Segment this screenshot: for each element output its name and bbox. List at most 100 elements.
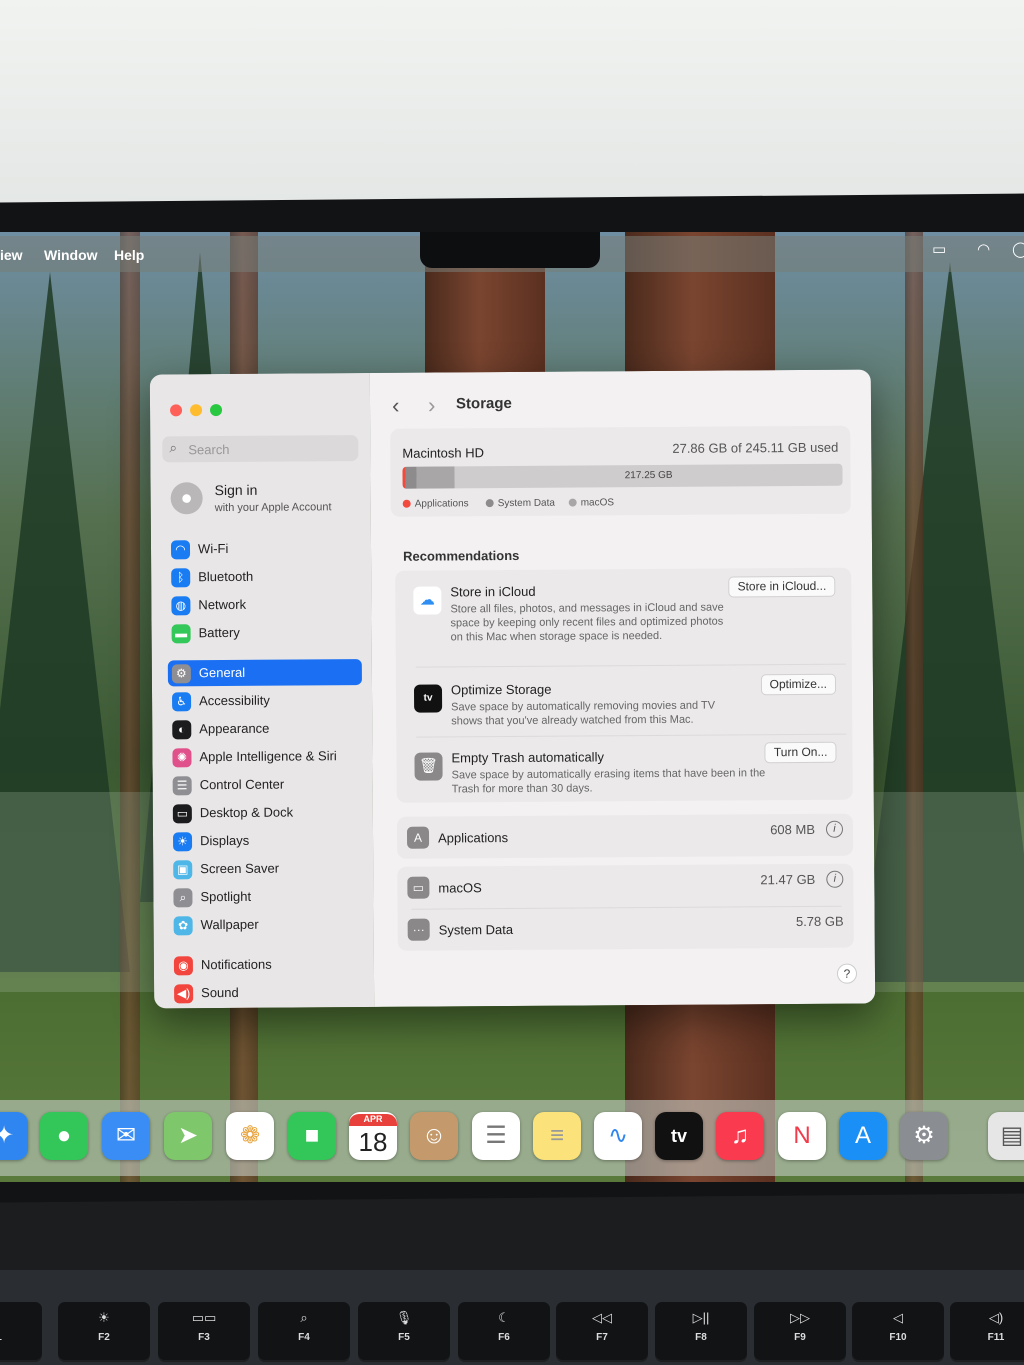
- appletv-icon: tv: [413, 684, 443, 713]
- dock-news[interactable]: N: [778, 1112, 826, 1160]
- control-center-icon: ☰: [172, 776, 192, 796]
- sidebar-item-screen-saver[interactable]: ▣ Screen Saver: [169, 855, 363, 882]
- search-icon: ⌕: [169, 439, 178, 456]
- bar-segment-macos: [415, 466, 455, 489]
- dock-photos[interactable]: ❁: [226, 1112, 274, 1160]
- disk-usage-bar[interactable]: 217.25 GB: [402, 463, 843, 489]
- appearance-icon: ◐: [172, 720, 192, 740]
- sign-in-item[interactable]: ● Sign in with your Apple Account: [163, 475, 363, 520]
- dock-safari[interactable]: ✦: [0, 1112, 28, 1160]
- music-note-icon: ♫: [731, 1122, 749, 1149]
- sidebar-item-bluetooth[interactable]: ᛒ Bluetooth: [167, 563, 361, 590]
- wall-background: [0, 0, 1024, 205]
- category-applications[interactable]: A Applications 608 MB i: [396, 813, 854, 859]
- dock-reminders[interactable]: ☰: [472, 1112, 520, 1160]
- dock-system-settings[interactable]: ⚙: [900, 1112, 948, 1160]
- sidebar-item-sound[interactable]: ◀) Sound: [170, 979, 364, 1006]
- siri-icon: ✺: [172, 748, 192, 768]
- sidebar-item-label: Accessibility: [199, 692, 270, 709]
- wifi-icon: ◠: [170, 540, 191, 560]
- sidebar-item-control-center[interactable]: ☰ Control Center: [169, 771, 363, 798]
- fast-forward-icon: ▷▷: [790, 1310, 810, 1325]
- video-camera-icon: ■: [304, 1122, 320, 1149]
- search-status-icon[interactable]: ◯: [1012, 240, 1024, 258]
- free-space-label: 217.25 GB: [624, 469, 673, 482]
- menu-help[interactable]: Help: [114, 247, 144, 263]
- accessibility-icon: ♿: [172, 692, 192, 712]
- key-f10[interactable]: ◁ F10: [852, 1302, 944, 1362]
- key-f1[interactable]: ☼F1: [0, 1302, 42, 1362]
- dock-freeform[interactable]: ∿: [594, 1112, 642, 1160]
- menu-view[interactable]: iew: [0, 247, 23, 263]
- zoom-button[interactable]: [210, 404, 223, 417]
- menu-window[interactable]: Window: [44, 247, 98, 263]
- sidebar-item-network[interactable]: ◍ Network: [167, 591, 361, 618]
- key-f2[interactable]: ☀ F2: [58, 1302, 150, 1362]
- sidebar-item-displays[interactable]: ☀ Displays: [169, 827, 363, 854]
- key-f4[interactable]: ⌕ F4: [258, 1302, 350, 1362]
- bar-segment-system-data: [405, 466, 417, 489]
- sidebar-item-notifications[interactable]: ◉ Notifications: [170, 951, 364, 978]
- page-title: Storage: [455, 394, 512, 413]
- search-field[interactable]: ⌕: [162, 435, 359, 463]
- compass-icon: ✦: [0, 1122, 15, 1149]
- dock-app-store[interactable]: A: [839, 1112, 887, 1160]
- sidebar-item-desktop-dock[interactable]: ▭ Desktop & Dock: [169, 799, 363, 826]
- dock-calendar[interactable]: APR 18: [349, 1112, 397, 1160]
- dock-tv[interactable]: tv: [655, 1112, 703, 1160]
- dock-mail[interactable]: ✉: [102, 1112, 150, 1160]
- store-in-icloud-button[interactable]: Store in iCloud...: [728, 575, 836, 598]
- dock-facetime[interactable]: ■: [288, 1112, 336, 1160]
- close-button[interactable]: [170, 404, 183, 417]
- camera-notch: [420, 232, 600, 268]
- info-icon[interactable]: i: [825, 820, 844, 838]
- category-macos[interactable]: ▭ macOS 21.47 GB i: [397, 864, 853, 909]
- info-icon[interactable]: i: [826, 870, 844, 888]
- optimize-button[interactable]: Optimize...: [760, 673, 837, 696]
- dock-notes[interactable]: ≡: [533, 1112, 581, 1160]
- key-f7[interactable]: ◁◁ F7: [556, 1302, 648, 1362]
- help-button[interactable]: ?: [836, 963, 858, 984]
- dock-maps[interactable]: ➤: [164, 1112, 212, 1160]
- recommendation-description: Save space by automatically removing mov…: [451, 699, 716, 728]
- back-button[interactable]: ‹: [392, 393, 400, 419]
- sidebar-item-general[interactable]: ⚙ General: [167, 659, 362, 687]
- minimize-button[interactable]: [190, 404, 203, 417]
- key-f6[interactable]: ☾ F6: [458, 1302, 550, 1362]
- sidebar-item-label: Control Center: [199, 776, 285, 793]
- key-f8[interactable]: ▷|| F8: [655, 1302, 747, 1362]
- sidebar-item-wallpaper[interactable]: ✿ Wallpaper: [170, 911, 364, 938]
- forward-button[interactable]: ›: [428, 393, 436, 419]
- sidebar-item-wifi[interactable]: ◠ Wi-Fi: [167, 535, 361, 562]
- sidebar-item-siri[interactable]: ✺ Apple Intelligence & Siri: [168, 743, 362, 770]
- key-f3[interactable]: ▭▭ F3: [158, 1302, 250, 1362]
- sidebar-item-accessibility[interactable]: ♿ Accessibility: [168, 687, 362, 714]
- key-f11[interactable]: ◁) F11: [950, 1302, 1024, 1362]
- category-label: macOS: [438, 880, 482, 896]
- screen-saver-icon: ▣: [173, 860, 193, 880]
- dock-messages[interactable]: ●: [40, 1112, 88, 1160]
- key-f9[interactable]: ▷▷ F9: [754, 1302, 846, 1362]
- message-bubble-icon: ●: [56, 1122, 72, 1149]
- sidebar-item-label: Battery: [198, 624, 240, 641]
- mute-icon: ◁: [893, 1310, 903, 1325]
- key-f5[interactable]: 🎙 F5: [358, 1302, 450, 1362]
- turn-on-button[interactable]: Turn On...: [764, 741, 837, 764]
- sidebar-item-battery[interactable]: ▬ Battery: [168, 619, 362, 646]
- battery-status-icon[interactable]: ▭: [932, 240, 946, 258]
- dock-contacts[interactable]: ☺: [410, 1112, 458, 1160]
- sidebar-item-appearance[interactable]: ◐ Appearance: [168, 715, 362, 742]
- mission-control-icon: ▭▭: [191, 1310, 217, 1325]
- category-size: 608 MB: [770, 821, 816, 838]
- sidebar-item-label: Screen Saver: [200, 860, 280, 877]
- category-system-data[interactable]: ··· System Data 5.78 GB: [398, 906, 854, 951]
- sidebar-item-spotlight[interactable]: ⌕ Spotlight: [169, 883, 363, 910]
- play-pause-icon: ▷||: [692, 1310, 710, 1325]
- search-input[interactable]: [188, 439, 349, 459]
- sidebar-item-label: Desktop & Dock: [199, 804, 294, 821]
- dock-utility[interactable]: ▤: [988, 1112, 1024, 1160]
- search-icon: ⌕: [300, 1310, 308, 1325]
- wifi-status-icon[interactable]: ◠: [977, 240, 990, 258]
- disk-name: Macintosh HD: [402, 445, 485, 461]
- dock-music[interactable]: ♫: [716, 1112, 764, 1160]
